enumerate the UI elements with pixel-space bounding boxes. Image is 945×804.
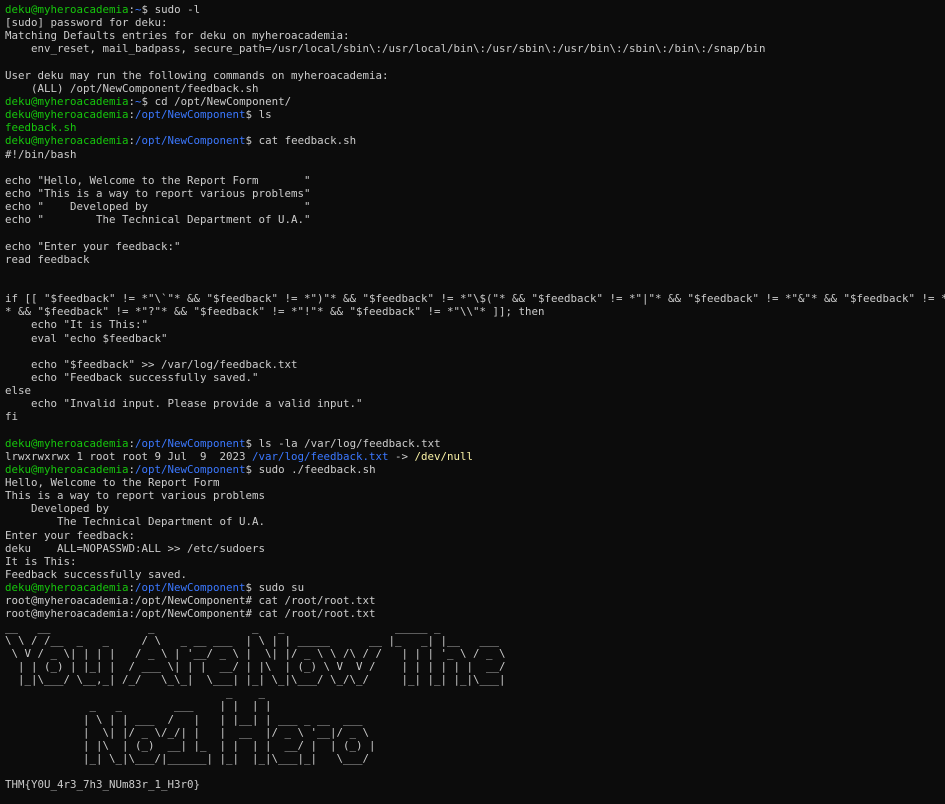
output-line: echo "It is This:" <box>5 318 149 332</box>
command-text: sudo -l <box>148 3 201 16</box>
prompt-user: deku@myheroacademia <box>5 581 129 595</box>
file-listing: feedback.sh <box>5 121 945 134</box>
output-line: Developed by <box>5 502 110 516</box>
prompt-user: deku@myheroacademia <box>5 94 129 108</box>
output-line: | \| |/ _ \/_/| | | __ |/ _ \ '__|/ _ \ <box>5 725 370 739</box>
prompt-user: deku@myheroacademia <box>5 3 129 16</box>
output-line: |_| \_|\___/|______| |_| |_|\___|_| \___… <box>5 752 370 766</box>
output-line: _ _ ___ | | | | <box>5 699 272 713</box>
output-line: echo "Invalid input. Please provide a va… <box>5 397 363 411</box>
terminal-window[interactable]: deku@myheroacademia:~$ sudo -l [sudo] pas… <box>0 0 945 804</box>
output-line: This is a way to report various problems <box>5 489 266 503</box>
output-line: echo " The Technical Department of U.A." <box>5 213 311 227</box>
output-line: else <box>5 384 32 398</box>
prompt-path: /opt/NewComponent <box>135 134 246 148</box>
prompt-user: deku@myheroacademia <box>5 436 129 450</box>
command-text: ls -la /var/log/feedback.txt <box>252 436 441 450</box>
output-line: echo "This is a way to report various pr… <box>5 186 311 200</box>
prompt-line: deku@myheroacademia:~$ sudo -l <box>5 3 945 16</box>
output-line: | | (_) | |_| | / ___ \| | | __/ | |\ | … <box>5 660 506 674</box>
prompt-line: deku@myheroacademia:/opt/NewComponent$ s… <box>5 463 945 476</box>
output-line: root@myheroacademia:/opt/NewComponent# c… <box>5 607 376 621</box>
output-line: echo "$feedback" >> /var/log/feedback.tx… <box>5 357 298 371</box>
prompt-line: deku@myheroacademia:/opt/NewComponent$ l… <box>5 108 945 121</box>
output-line: if [[ "$feedback" != *"\`"* && "$feedbac… <box>5 292 945 306</box>
output-line: Hello, Welcome to the Report Form <box>5 476 220 490</box>
prompt-path: /opt/NewComponent <box>135 108 246 122</box>
prompt-line: deku@myheroacademia:/opt/NewComponent$ c… <box>5 134 945 147</box>
output-line: THM{Y0U_4r3_7h3_NUm83r_1_H3r0} <box>5 778 201 792</box>
command-text: cd /opt/NewComponent/ <box>148 94 292 108</box>
output-line: \ V / _ \| | | | / _ \ | '__/ _ \ | \| |… <box>5 646 506 660</box>
prompt-line: deku@myheroacademia:~$ cd /opt/NewCompon… <box>5 95 945 108</box>
output-line: deku ALL=NOPASSWD:ALL >> /etc/sudoers <box>5 541 266 555</box>
output-line: _ _ <box>5 686 266 700</box>
link-path: /var/log/feedback.txt <box>252 449 389 463</box>
output-line: root@myheroacademia:/opt/NewComponent# c… <box>5 594 376 608</box>
output-line: (ALL) /opt/NewComponent/feedback.sh <box>5 81 259 95</box>
prompt-user: deku@myheroacademia <box>5 134 129 148</box>
output-line: #!/bin/bash <box>5 147 77 161</box>
output-line: \ \ / /__ _ _ / \ _ __ ___ | \ | | _____… <box>5 633 500 647</box>
symlink-listing: lrwxrwxrwx 1 root root 9 Jul 9 2023 /var… <box>5 450 945 463</box>
command-text: ls <box>252 108 272 122</box>
prompt-path: /opt/NewComponent <box>135 462 246 476</box>
prompt-path: /opt/NewComponent <box>135 581 246 595</box>
output-line: echo "Hello, Welcome to the Report Form … <box>5 173 311 187</box>
output-line: eval "echo $feedback" <box>5 331 168 345</box>
output-line: It is This: <box>5 554 77 568</box>
prompt-user: deku@myheroacademia <box>5 108 129 122</box>
output-line: Enter your feedback: <box>5 528 136 542</box>
output-line: echo "Feedback successfully saved." <box>5 370 259 384</box>
output-line: echo " Developed by " <box>5 200 311 214</box>
link-target: /dev/null <box>414 449 474 463</box>
command-text: cat feedback.sh <box>252 134 357 148</box>
output-line: __ __ _ _ _ _____ _ <box>5 620 441 634</box>
file-name: feedback.sh <box>5 121 77 135</box>
output-line: echo "Enter your feedback:" <box>5 239 181 253</box>
command-text: sudo su <box>252 581 305 595</box>
output-line: |_|\___/ \__,_| /_/ \_\_| \___| |_| \_|\… <box>5 673 506 687</box>
output-line: fi <box>5 410 19 424</box>
output-line: env_reset, mail_badpass, secure_path=/us… <box>5 42 766 56</box>
output-line: | \ | | ___ / | | |__| | ___ _ __ ___ <box>5 712 363 726</box>
output-line: * && "$feedback" != *"?"* && "$feedback"… <box>5 305 545 319</box>
prompt-line: deku@myheroacademia:/opt/NewComponent$ l… <box>5 437 945 450</box>
prompt-user: deku@myheroacademia <box>5 462 129 476</box>
output-line: [sudo] password for deku: <box>5 16 168 30</box>
output-line: User deku may run the following commands… <box>5 68 389 82</box>
prompt-path: /opt/NewComponent <box>135 436 246 450</box>
prompt-line: deku@myheroacademia:/opt/NewComponent$ s… <box>5 581 945 594</box>
command-text: sudo ./feedback.sh <box>252 462 376 476</box>
output-line: Feedback successfully saved. <box>5 568 188 582</box>
output-line: Matching Defaults entries for deku on my… <box>5 29 350 43</box>
output-line: | |\ | (_) __| |_ | | | | __/ | | (_) | <box>5 738 376 752</box>
output-line: The Technical Department of U.A. <box>5 515 266 529</box>
listing-details: lrwxrwxrwx 1 root root 9 Jul 9 2023 <box>5 449 253 463</box>
link-arrow: -> <box>388 449 415 463</box>
output-line: read feedback <box>5 252 90 266</box>
